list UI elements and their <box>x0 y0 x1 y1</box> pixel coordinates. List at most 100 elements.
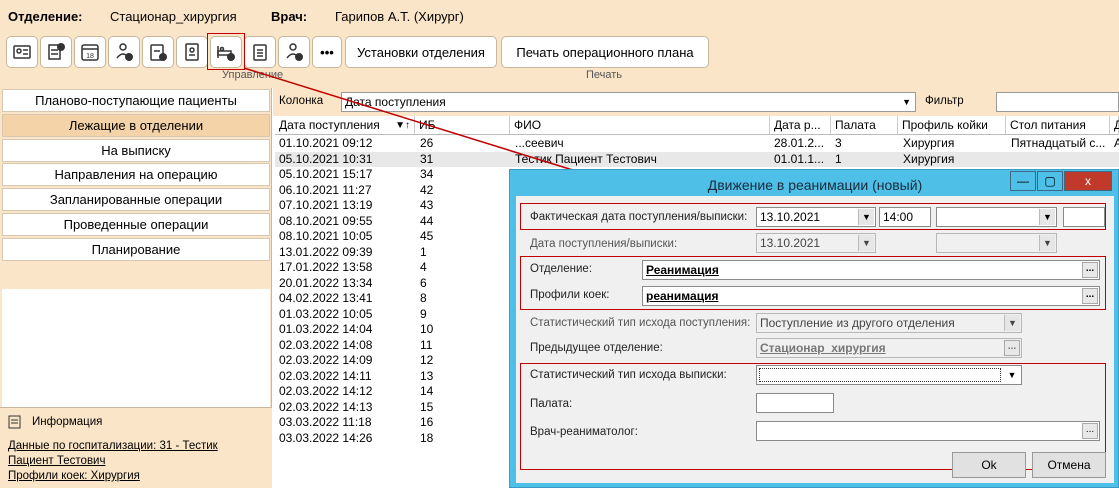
nav-item-inpatients[interactable]: Лежащие в отделении <box>2 114 270 137</box>
chevron-down-icon[interactable]: ▼ <box>1004 367 1020 383</box>
fact-time-field[interactable]: 14:00 <box>879 207 931 227</box>
user-transfer-button[interactable] <box>278 36 310 68</box>
table-cell: 07.10.2021 13:19 <box>279 198 373 212</box>
table-cell: ...сеевич <box>515 136 564 150</box>
badge-button[interactable] <box>176 36 208 68</box>
close-button[interactable]: x <box>1064 171 1112 191</box>
table-cell: Хирургия <box>903 151 955 166</box>
table-cell: 28.01.2... <box>774 136 825 150</box>
table-cell: 42 <box>420 182 434 197</box>
table-cell: 10 <box>420 322 434 336</box>
chevron-down-icon: ▼ <box>902 97 911 107</box>
ok-button[interactable]: Ok <box>952 452 1026 478</box>
patient-transfer-button[interactable] <box>40 36 72 68</box>
ward-field[interactable] <box>756 393 834 413</box>
table-cell: 34 <box>420 167 434 181</box>
stat-out-label: Статистический тип исхода выписки: <box>530 369 727 381</box>
chevron-down-icon: ▼ <box>1004 315 1020 331</box>
fact-date-field[interactable]: 13.10.2021 ▼ <box>756 207 876 227</box>
table-cell: 01.03.2022 10:05 <box>279 306 373 321</box>
clipboard-icon <box>253 44 267 61</box>
ellipsis-icon[interactable]: ... <box>1082 288 1098 304</box>
ellipsis-icon: ... <box>1004 340 1020 356</box>
nav-item-planned[interactable]: Планово-поступающие пациенты <box>2 89 270 112</box>
col-header-diet[interactable]: Стол питания <box>1006 116 1110 135</box>
filter-input[interactable] <box>996 92 1119 112</box>
col-header-bed-profile[interactable]: Профиль койки <box>898 116 1006 135</box>
col-header-birth-date[interactable]: Дата р... <box>770 116 831 135</box>
calendar-18-icon: 18 <box>81 44 99 61</box>
doctor-download-icon <box>116 43 133 61</box>
dept-field-label: Отделение: <box>530 263 593 275</box>
dept-label: Отделение: <box>8 9 83 24</box>
calendar-button[interactable]: 18 <box>74 36 106 68</box>
print-plan-button[interactable]: Печать операционного плана <box>501 36 709 68</box>
user-transfer-icon <box>286 43 303 61</box>
nav-item-discharge[interactable]: На выписку <box>2 139 270 162</box>
nav-item-planning[interactable]: Планирование <box>2 238 270 261</box>
info-link-patient[interactable]: Пациент Тестович <box>8 455 105 467</box>
bed-profiles-field[interactable]: реанимация... <box>642 286 1100 306</box>
table-cell: 02.03.2022 14:11 <box>279 368 372 383</box>
col-header-ward[interactable]: Палата <box>831 116 898 135</box>
table-row[interactable]: 05.10.2021 10:31 31 Тестик Пациент Тестови… <box>275 151 1119 167</box>
table-cell: 3 <box>835 136 842 150</box>
resuscitation-dialog: Движение в реанимации (новый) — ▢ x Факт… <box>509 169 1119 488</box>
fact-extra-field[interactable] <box>1063 207 1105 227</box>
table-cell: 05.10.2021 10:31 <box>279 151 373 166</box>
col-header-extra[interactable]: Д <box>1110 116 1119 135</box>
ellipsis-icon[interactable]: ... <box>1082 262 1098 278</box>
clipboard-button[interactable] <box>244 36 276 68</box>
column-select[interactable]: Дата поступления ▼ <box>341 92 916 112</box>
dept-field[interactable]: Реанимация... <box>642 260 1100 280</box>
table-cell: А <box>1114 136 1119 150</box>
col-header-fio[interactable]: ФИО <box>510 116 770 135</box>
doctor-download-button[interactable] <box>108 36 140 68</box>
filter-sort-icon[interactable]: ▼↑ <box>395 116 410 135</box>
patient-card-button[interactable] <box>6 36 38 68</box>
col-header-ib[interactable]: ИБ <box>415 116 510 135</box>
nav-item-scheduled-surgeries[interactable]: Запланированные операции <box>2 188 270 211</box>
more-button[interactable]: ••• <box>312 36 342 68</box>
chevron-down-icon: ▼ <box>1039 235 1055 251</box>
nav-item-completed-surgeries[interactable]: Проведенные операции <box>2 213 270 236</box>
filter-bar: Колонка Дата поступления ▼ Фильтр <box>273 88 1119 116</box>
chevron-down-icon[interactable]: ▼ <box>858 209 874 225</box>
table-cell: 02.03.2022 14:12 <box>279 384 373 398</box>
left-panel: Планово-поступающие пациенты Лежащие в о… <box>0 88 272 488</box>
doctor-value: Гарипов А.Т. (Хирург) <box>335 9 464 24</box>
dept-value: Стационар_хирургия <box>110 9 237 24</box>
table-cell: 02.03.2022 14:13 <box>279 399 373 414</box>
table-cell: 18 <box>420 430 434 445</box>
table-cell: 13.01.2022 09:39 <box>279 244 373 259</box>
table-cell: 1 <box>420 244 427 259</box>
ward-settings-button[interactable]: Установки отделения <box>345 36 497 68</box>
table-cell: 14 <box>420 384 434 398</box>
info-link-hospitalization[interactable]: Данные по госпитализации: 31 - Тестик <box>8 440 218 452</box>
table-cell: 4 <box>420 260 427 274</box>
info-list-icon <box>8 415 21 429</box>
table-cell: 6 <box>420 275 427 290</box>
nav-item-surgery-referrals[interactable]: Направления на операцию <box>2 163 270 186</box>
table-cell: 02.03.2022 14:08 <box>279 337 373 352</box>
fact-extra-select[interactable]: ▼ <box>936 207 1057 227</box>
chevron-down-icon: ▼ <box>858 235 874 251</box>
table-cell: 9 <box>420 306 427 321</box>
table-cell: 02.03.2022 14:09 <box>279 353 373 367</box>
table-row[interactable]: 01.10.2021 09:12 26 ...сеевич 28.01.2... 3 Хи… <box>275 136 1119 152</box>
info-link-bed-profiles[interactable]: Профили коек: Хирургия <box>8 470 140 482</box>
clipboard-download-button[interactable] <box>142 36 174 68</box>
table-cell: 04.02.2022 13:41 <box>279 291 373 305</box>
resuscitator-field[interactable]: ... <box>756 421 1100 441</box>
table-cell: 44 <box>420 213 434 228</box>
table-cell: 11 <box>420 337 433 352</box>
minimize-button[interactable]: — <box>1010 171 1036 191</box>
chevron-down-icon[interactable]: ▼ <box>1039 209 1055 225</box>
stat-out-select[interactable]: ▼ <box>756 365 1022 385</box>
maximize-button[interactable]: ▢ <box>1037 171 1063 191</box>
table-cell: 03.03.2022 14:26 <box>279 430 373 445</box>
col-header-admission-date[interactable]: Дата поступления ▼↑ <box>275 116 415 135</box>
cancel-button[interactable]: Отмена <box>1032 452 1106 478</box>
table-cell: 17.01.2022 13:58 <box>279 260 373 274</box>
ellipsis-icon[interactable]: ... <box>1082 423 1098 439</box>
